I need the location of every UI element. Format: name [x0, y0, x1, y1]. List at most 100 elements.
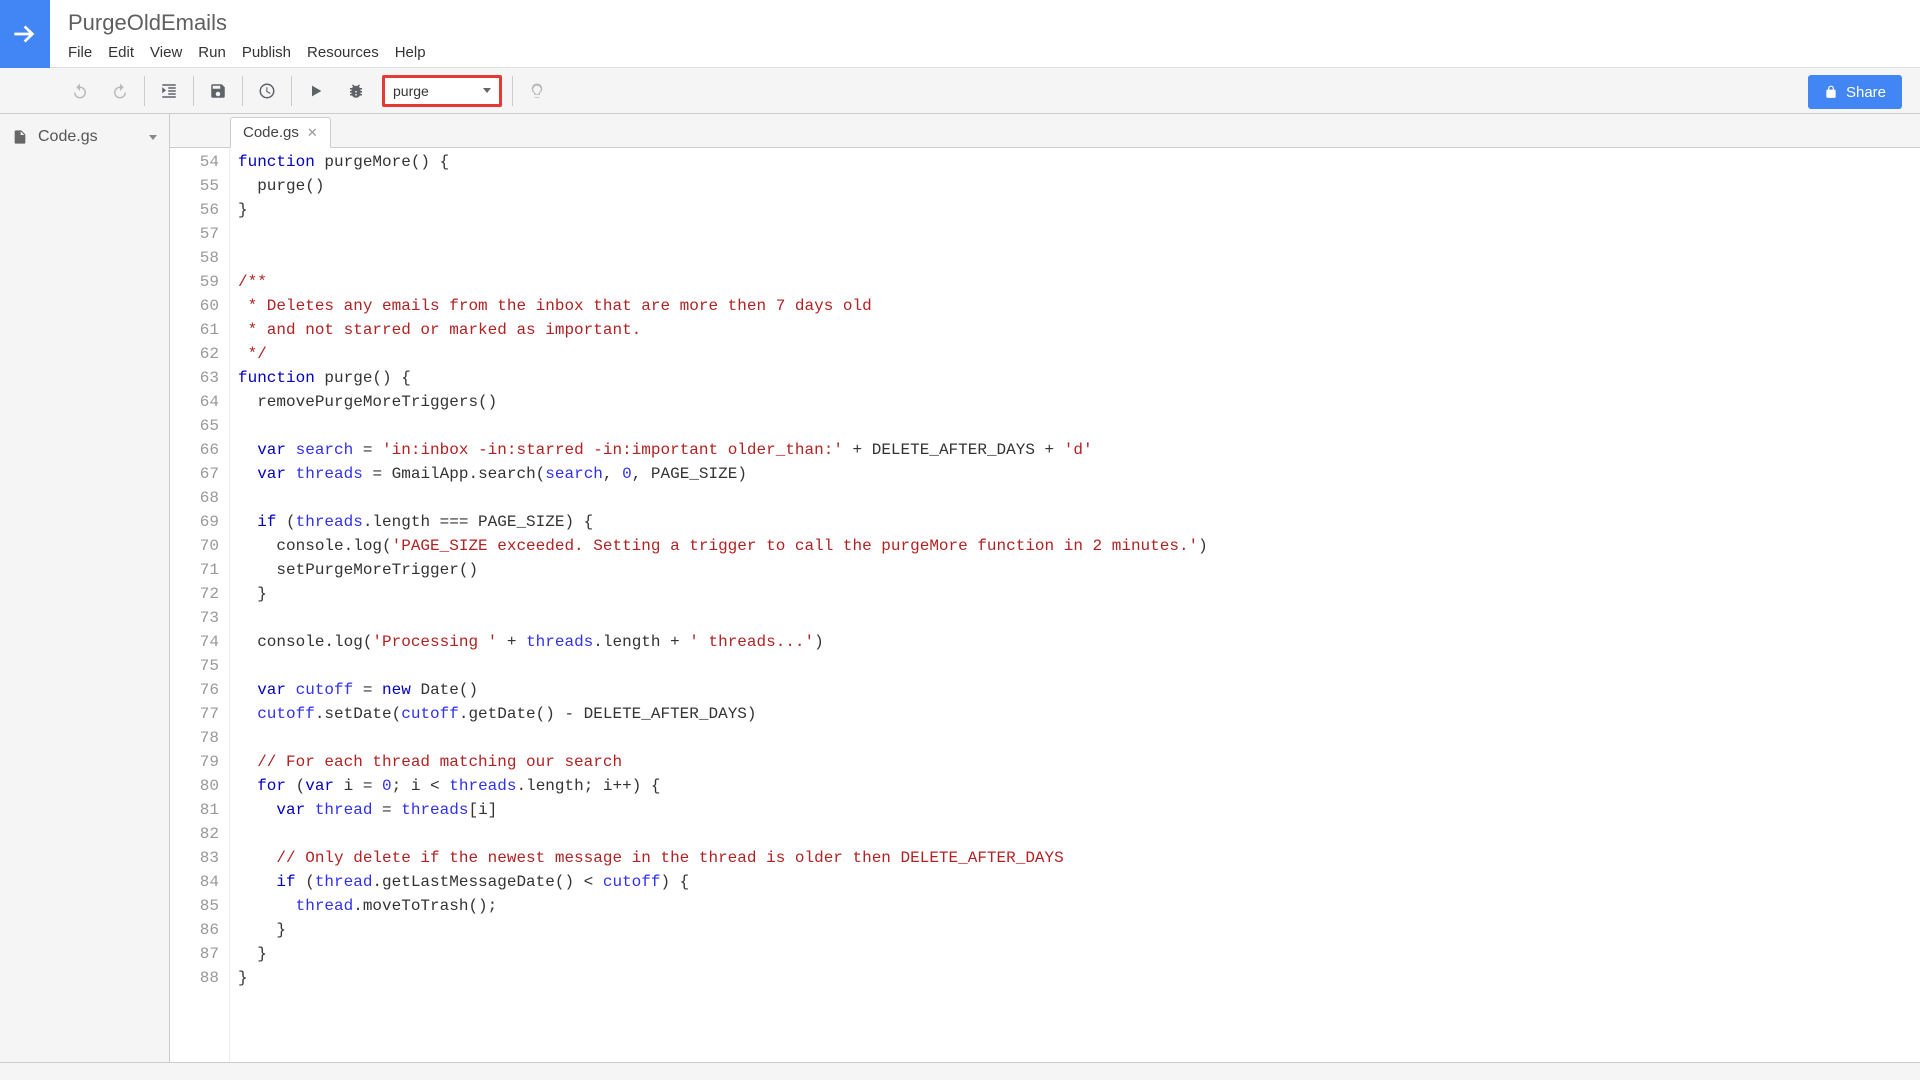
code-line[interactable]: function purge() { [238, 366, 1920, 390]
run-button[interactable] [296, 76, 336, 106]
menu-edit[interactable]: Edit [108, 44, 134, 61]
toolbar-separator [144, 76, 145, 106]
code-line[interactable]: setPurgeMoreTrigger() [238, 558, 1920, 582]
line-number: 63 [170, 366, 219, 390]
share-button[interactable]: Share [1808, 75, 1902, 109]
lightbulb-icon [528, 82, 546, 100]
code-content[interactable]: function purgeMore() { purge()} /** * De… [230, 148, 1920, 1062]
lightbulb-button[interactable] [517, 76, 557, 106]
menu-run[interactable]: Run [198, 44, 226, 61]
code-line[interactable] [238, 606, 1920, 630]
line-number: 83 [170, 846, 219, 870]
line-number: 88 [170, 966, 219, 990]
undo-button[interactable] [60, 76, 100, 106]
line-number: 57 [170, 222, 219, 246]
menu-publish[interactable]: Publish [242, 44, 291, 61]
line-number: 78 [170, 726, 219, 750]
tab-active[interactable]: Code.gs ✕ [230, 117, 331, 148]
project-title[interactable]: PurgeOldEmails [68, 10, 1920, 36]
code-line[interactable]: console.log('Processing ' + threads.leng… [238, 630, 1920, 654]
line-number: 60 [170, 294, 219, 318]
line-number: 80 [170, 774, 219, 798]
tab-bar: Code.gs ✕ [170, 114, 1920, 148]
toolbar: purge Share [0, 68, 1920, 114]
toolbar-separator [193, 76, 194, 106]
code-line[interactable]: function purgeMore() { [238, 150, 1920, 174]
line-number: 85 [170, 894, 219, 918]
menu-resources[interactable]: Resources [307, 44, 379, 61]
code-line[interactable]: // For each thread matching our search [238, 750, 1920, 774]
chevron-down-icon [483, 88, 491, 93]
code-line[interactable]: for (var i = 0; i < threads.length; i++)… [238, 774, 1920, 798]
line-number: 86 [170, 918, 219, 942]
line-number: 87 [170, 942, 219, 966]
line-number: 55 [170, 174, 219, 198]
line-number-gutter: 5455565758596061626364656667686970717273… [170, 148, 230, 1062]
menu-view[interactable]: View [150, 44, 182, 61]
code-line[interactable]: thread.moveToTrash(); [238, 894, 1920, 918]
code-line[interactable] [238, 222, 1920, 246]
line-number: 58 [170, 246, 219, 270]
code-line[interactable]: */ [238, 342, 1920, 366]
code-line[interactable] [238, 822, 1920, 846]
code-line[interactable]: console.log('PAGE_SIZE exceeded. Setting… [238, 534, 1920, 558]
code-line[interactable]: cutoff.setDate(cutoff.getDate() - DELETE… [238, 702, 1920, 726]
code-line[interactable]: purge() [238, 174, 1920, 198]
indent-icon [160, 82, 178, 100]
line-number: 76 [170, 678, 219, 702]
line-number: 64 [170, 390, 219, 414]
code-line[interactable] [238, 486, 1920, 510]
code-line[interactable]: var search = 'in:inbox -in:starred -in:i… [238, 438, 1920, 462]
function-select[interactable]: purge [382, 75, 502, 107]
arrow-right-icon [9, 18, 41, 50]
code-line[interactable]: var threads = GmailApp.search(search, 0,… [238, 462, 1920, 486]
code-line[interactable]: var cutoff = new Date() [238, 678, 1920, 702]
code-line[interactable]: var thread = threads[i] [238, 798, 1920, 822]
header: PurgeOldEmails File Edit View Run Publis… [0, 0, 1920, 68]
sidebar-file-item[interactable]: Code.gs [0, 122, 169, 152]
code-line[interactable]: } [238, 942, 1920, 966]
line-number: 77 [170, 702, 219, 726]
redo-button[interactable] [100, 76, 140, 106]
menu-file[interactable]: File [68, 44, 92, 61]
code-line[interactable]: } [238, 198, 1920, 222]
code-line[interactable]: * Deletes any emails from the inbox that… [238, 294, 1920, 318]
debug-button[interactable] [336, 76, 376, 106]
line-number: 65 [170, 414, 219, 438]
redo-icon [111, 82, 129, 100]
line-number: 67 [170, 462, 219, 486]
line-number: 69 [170, 510, 219, 534]
sidebar-file-name: Code.gs [38, 128, 98, 146]
triggers-button[interactable] [247, 76, 287, 106]
code-line[interactable]: removePurgeMoreTriggers() [238, 390, 1920, 414]
line-number: 56 [170, 198, 219, 222]
code-line[interactable]: } [238, 918, 1920, 942]
code-line[interactable]: } [238, 966, 1920, 990]
code-line[interactable]: } [238, 582, 1920, 606]
line-number: 70 [170, 534, 219, 558]
save-button[interactable] [198, 76, 238, 106]
close-icon[interactable]: ✕ [307, 125, 318, 141]
code-line[interactable] [238, 414, 1920, 438]
code-line[interactable]: /** [238, 270, 1920, 294]
indent-button[interactable] [149, 76, 189, 106]
share-button-label: Share [1846, 84, 1886, 101]
line-number: 81 [170, 798, 219, 822]
toolbar-separator [242, 76, 243, 106]
line-number: 73 [170, 606, 219, 630]
code-line[interactable] [238, 726, 1920, 750]
code-line[interactable] [238, 246, 1920, 270]
menu-help[interactable]: Help [395, 44, 426, 61]
toolbar-separator [291, 76, 292, 106]
editor: Code.gs ✕ 545556575859606162636465666768… [170, 114, 1920, 1062]
code-line[interactable]: // Only delete if the newest message in … [238, 846, 1920, 870]
code-area[interactable]: 5455565758596061626364656667686970717273… [170, 148, 1920, 1062]
code-line[interactable] [238, 654, 1920, 678]
function-select-value: purge [393, 83, 429, 99]
code-line[interactable]: if (threads.length === PAGE_SIZE) { [238, 510, 1920, 534]
line-number: 75 [170, 654, 219, 678]
toolbar-separator [512, 76, 513, 106]
code-line[interactable]: * and not starred or marked as important… [238, 318, 1920, 342]
code-line[interactable]: if (thread.getLastMessageDate() < cutoff… [238, 870, 1920, 894]
chevron-down-icon [149, 135, 157, 140]
